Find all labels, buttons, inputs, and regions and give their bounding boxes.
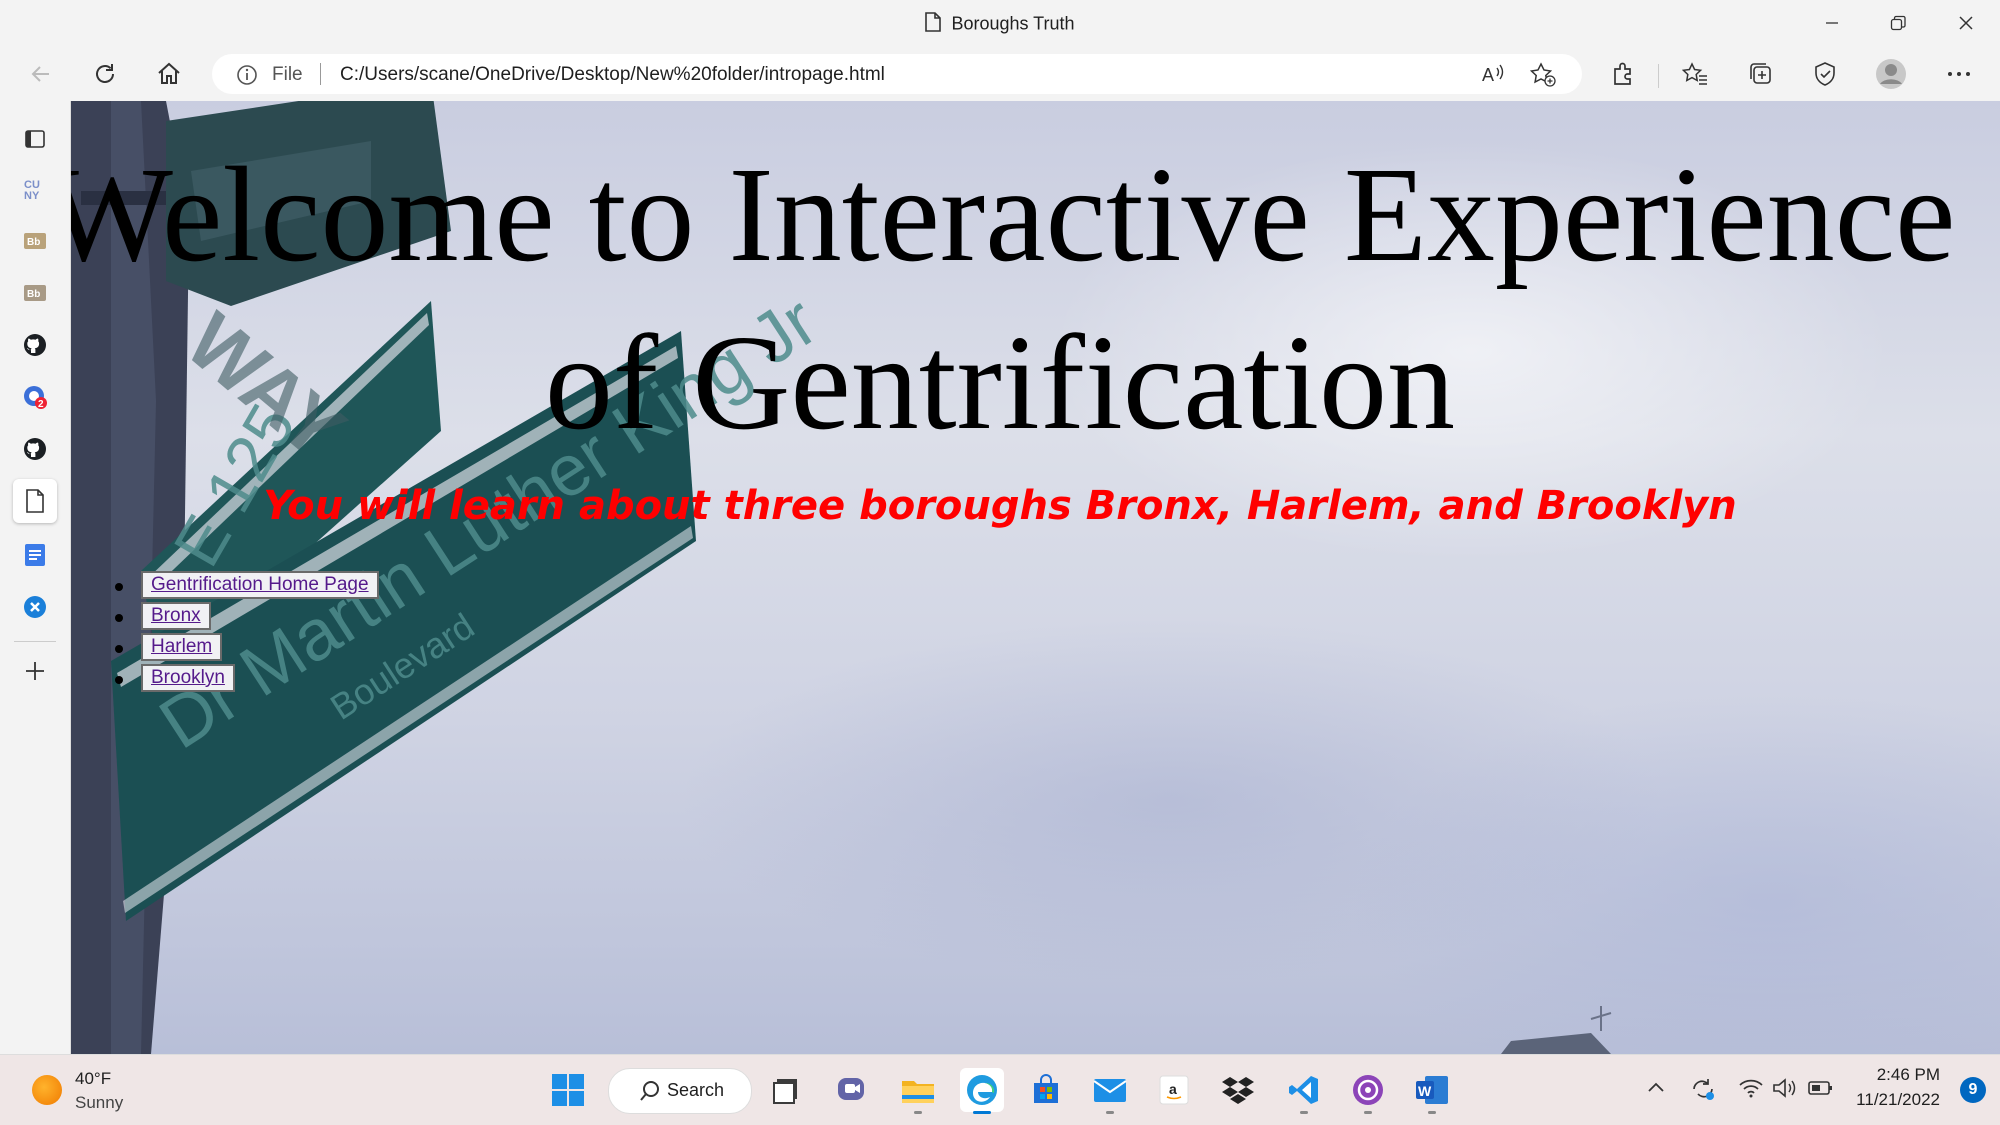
file-label: File (272, 64, 303, 85)
list-bullet (115, 583, 123, 591)
page-content: Dr Martin Luther King Jr Boulevard E 125… (71, 101, 2000, 1054)
running-indicator (1106, 1111, 1114, 1114)
svg-text:A: A (1482, 65, 1494, 85)
github-icon[interactable] (17, 327, 53, 363)
teams-chat-icon[interactable] (830, 1068, 874, 1112)
google-docs-icon[interactable] (17, 537, 53, 573)
wifi-icon[interactable] (1738, 1077, 1764, 1104)
search-label: Search (667, 1080, 725, 1100)
svg-text:a: a (1169, 1081, 1177, 1097)
github-icon[interactable] (17, 431, 53, 467)
x-app-icon[interactable] (17, 589, 53, 625)
search-icon (639, 1080, 661, 1107)
profile-avatar[interactable] (1874, 57, 1908, 91)
list-item: Gentrification Home Page (115, 571, 379, 602)
clock-time: 2:46 PM (1876, 1065, 1940, 1084)
mail-icon[interactable] (1088, 1068, 1132, 1114)
sync-icon[interactable] (1690, 1077, 1716, 1106)
link-bronx[interactable]: Bronx (141, 602, 211, 630)
blackboard-icon[interactable]: Bb (17, 223, 53, 259)
page-subheading: You will learn about three boroughs Bron… (263, 483, 1737, 529)
browser-essentials-icon[interactable] (1808, 57, 1842, 91)
running-indicator (1364, 1111, 1372, 1114)
title-bar: Boroughs Truth (0, 0, 2000, 47)
collections-icon[interactable] (1744, 57, 1778, 91)
running-indicator (1428, 1111, 1436, 1114)
sidebar-badge-count: 2 (38, 399, 44, 410)
volume-icon[interactable] (1772, 1077, 1798, 1104)
refresh-button[interactable] (88, 57, 122, 91)
borough-nav-list: Gentrification Home Page Bronx Harlem Br… (115, 571, 379, 695)
link-harlem[interactable]: Harlem (141, 633, 223, 661)
word-icon[interactable]: W (1410, 1068, 1454, 1114)
list-bullet (115, 614, 123, 622)
add-icon[interactable] (17, 653, 53, 689)
edge-browser-icon[interactable] (960, 1068, 1004, 1114)
window-title: Boroughs Truth (0, 12, 2000, 37)
link-brooklyn[interactable]: Brooklyn (141, 664, 235, 692)
add-favorite-icon[interactable] (1529, 62, 1556, 93)
address-separator (320, 63, 321, 85)
amazon-icon[interactable]: a (1152, 1068, 1196, 1112)
svg-text:NY: NY (24, 190, 40, 201)
page-heading: Welcome to Interactive Experience of Gen… (71, 140, 1956, 458)
home-button[interactable] (152, 57, 186, 91)
more-options-icon[interactable] (1942, 57, 1976, 91)
taskbar-search[interactable]: Search (608, 1068, 752, 1114)
running-indicator (973, 1111, 991, 1114)
read-aloud-icon[interactable]: A (1480, 62, 1506, 91)
minimize-button[interactable] (1810, 8, 1854, 38)
list-item: Bronx (115, 602, 379, 633)
address-bar[interactable]: File C:/Users/scane/OneDrive/Desktop/New… (212, 54, 1582, 94)
link-gentrification-home[interactable]: Gentrification Home Page (141, 571, 379, 599)
svg-text:W: W (1418, 1083, 1432, 1099)
url-text[interactable]: C:/Users/scane/OneDrive/Desktop/New%20fo… (340, 64, 885, 86)
svg-text:Bb: Bb (27, 237, 40, 248)
weather-condition: Sunny (75, 1093, 124, 1112)
microsoft-store-icon[interactable] (1024, 1068, 1068, 1112)
weather-temperature: 40°F (75, 1069, 112, 1088)
tab-actions-icon[interactable] (17, 121, 53, 157)
github-desktop-icon[interactable] (1346, 1068, 1390, 1114)
chevron-up-icon[interactable] (1646, 1077, 1666, 1102)
list-item: Harlem (115, 633, 379, 664)
start-button[interactable] (546, 1068, 590, 1112)
extensions-icon[interactable] (1606, 57, 1640, 91)
list-bullet (115, 676, 123, 684)
file-explorer-icon[interactable] (896, 1068, 940, 1114)
dropbox-icon[interactable] (1216, 1068, 1260, 1112)
toolbar-divider (1658, 64, 1659, 88)
restore-button[interactable] (1876, 8, 1920, 38)
clock-date: 11/21/2022 (1856, 1090, 1940, 1109)
vertical-tabs-sidebar: CU NY Bb Bb 2 (0, 101, 71, 1054)
battery-icon[interactable] (1808, 1077, 1834, 1104)
blackboard-icon[interactable]: Bb (17, 275, 53, 311)
close-button[interactable] (1944, 8, 1988, 38)
cuny-icon[interactable]: CU NY (17, 171, 53, 207)
sun-icon (32, 1075, 62, 1105)
running-indicator (1300, 1111, 1308, 1114)
page-icon (925, 12, 942, 37)
favorites-icon[interactable] (1678, 57, 1712, 91)
taskbar: 40°F Sunny Search a W 2:46 PM 11/21/2022… (0, 1054, 2000, 1125)
sidebar-divider (14, 641, 56, 642)
running-indicator (914, 1111, 922, 1114)
list-bullet (115, 645, 123, 653)
info-icon[interactable] (236, 64, 258, 91)
task-view-icon[interactable] (764, 1068, 808, 1112)
window-title-text: Boroughs Truth (951, 13, 1075, 34)
vscode-icon[interactable] (1282, 1068, 1326, 1114)
back-button[interactable] (24, 57, 58, 91)
list-item: Brooklyn (115, 664, 379, 695)
svg-text:Bb: Bb (27, 289, 40, 300)
notification-badge[interactable]: 9 (1960, 1077, 1986, 1103)
app-badge-icon[interactable]: 2 (17, 379, 53, 415)
browser-toolbar: File C:/Users/scane/OneDrive/Desktop/New… (0, 47, 2000, 101)
page-tab-icon[interactable] (13, 479, 57, 523)
